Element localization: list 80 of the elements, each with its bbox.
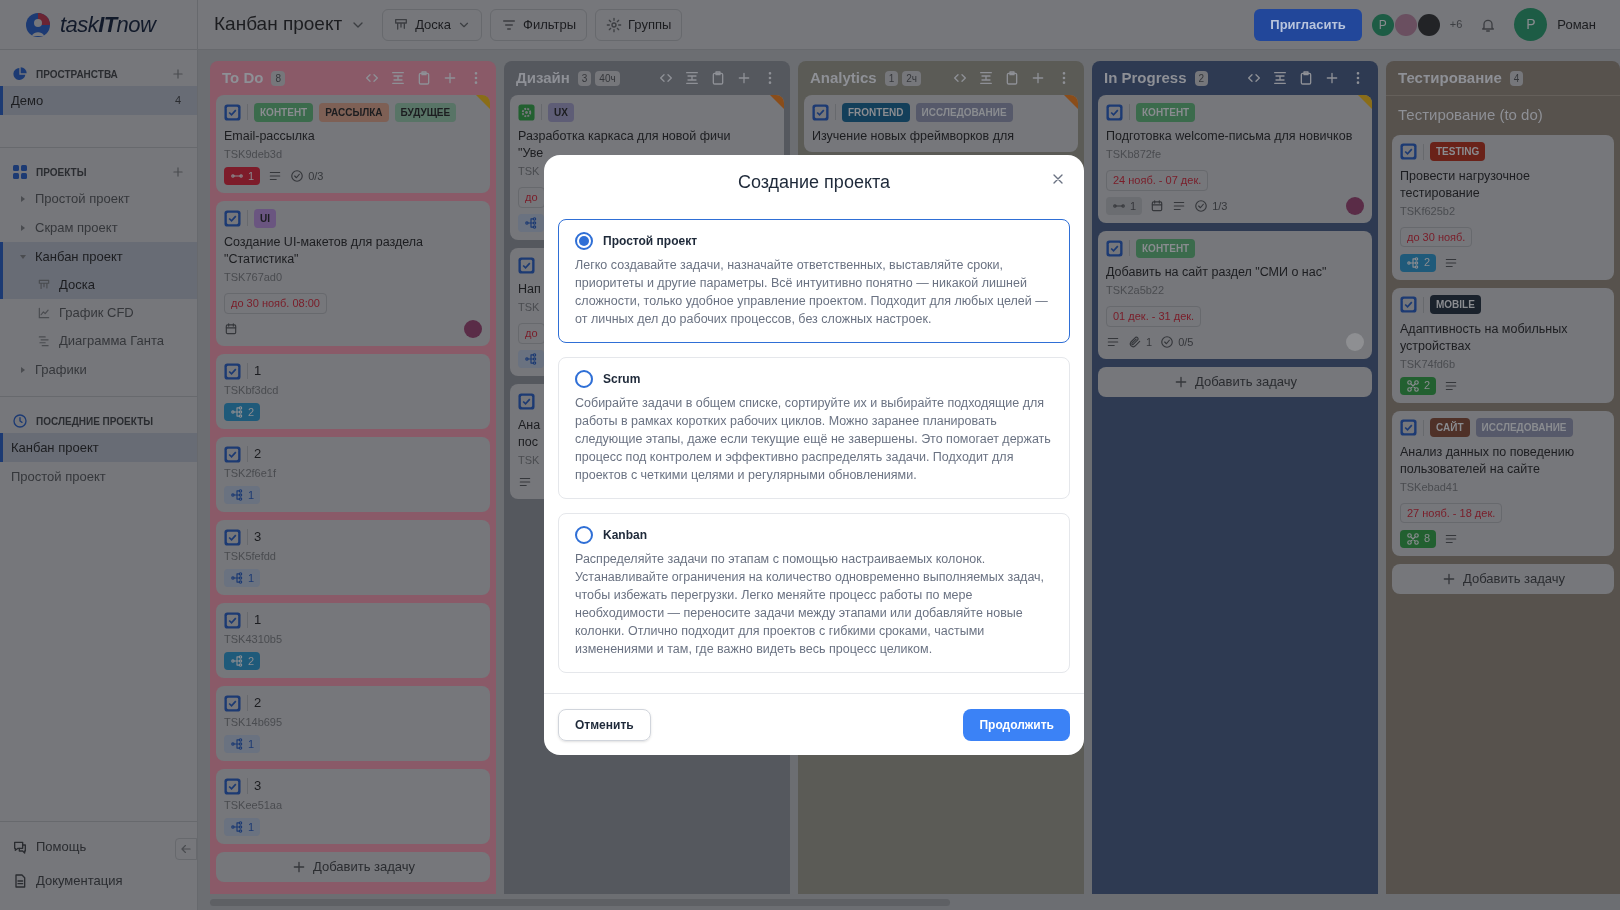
- task-title: 2: [254, 445, 262, 464]
- checklist-count: 0/5: [1160, 333, 1194, 351]
- option-description: Собирайте задачи в общем списке, сортируйте их и выбирайте подходящие для работы в рамках коротких рабочих циклов. Можно заранее планировать следующие этапы, даже если текущие ещё не завершены. Это помогает держать процесс под контролем и эффективно распределять задачи. Подходит для проектов с четкими целями и регулярными обновлениями.: [575, 395, 1052, 484]
- sidebar-item-label: Графики: [35, 360, 88, 379]
- sidebar-item-label: Канбан проект: [35, 247, 124, 266]
- task-title: Изучение новых фреймворков для: [812, 128, 1014, 145]
- group-title: Тестирование (to do): [1386, 95, 1620, 135]
- task-title: Email-рассылка: [224, 128, 315, 145]
- task-title: 1: [254, 611, 262, 630]
- task-title: Подготовка welcome-письма для новичков: [1106, 128, 1353, 145]
- due-date: 01 дек. - 31 дек.: [1106, 306, 1202, 327]
- option-title: Scrum: [603, 371, 641, 388]
- task-title: Нап: [518, 281, 541, 298]
- checklist-count: 1/3: [1194, 197, 1228, 215]
- option-description: Распределяйте задачи по этапам с помощью настраиваемых колонок. Устанавливайте ограничения на количество одновременно выполняемых задач, чтобы избежать перегрузки. Легко меняйте процесс работы по мере необходимости — переносите задачи между этапами или добавляйте новые колонки. Отлично подходит для проектов с гибкими сроками, частыми изменениями и там, где важно видеть весь процесс целиком.: [575, 551, 1046, 658]
- option-title: Простой проект: [603, 233, 698, 250]
- column-title: Analytics: [810, 67, 877, 88]
- badge-count: 2: [1424, 255, 1431, 271]
- section-title: ПОСЛЕДНИЕ ПРОЕКТЫ: [36, 414, 155, 429]
- sidebar-item-label: Простой проект: [11, 467, 107, 486]
- tag: САЙТ: [1430, 418, 1470, 437]
- tag: FRONTEND: [842, 102, 910, 122]
- column-title: Тестирование: [1398, 67, 1502, 88]
- column-title: Дизайн: [516, 67, 570, 88]
- item-count: 4: [174, 93, 181, 109]
- sidebar-item-label: Доска: [59, 276, 95, 295]
- due-date: до 30 нояб.: [1400, 226, 1473, 247]
- badge-count: 1: [248, 736, 255, 752]
- tag: КОНТЕНТ: [1136, 238, 1196, 258]
- due-date: 24 нояб. - 07 дек.: [1106, 170, 1209, 191]
- section-title: ПРОЕКТЫ: [36, 165, 88, 180]
- task-title: Адаптивность на мобильных устройствах: [1400, 320, 1569, 355]
- tag: БУДУЩЕЕ: [394, 102, 457, 122]
- badge-count: 1: [248, 168, 255, 184]
- task-title: 1: [254, 362, 262, 381]
- badge-count: 1: [248, 570, 255, 586]
- sidebar-item-label: Демо: [11, 91, 45, 110]
- task-title: Добавить на сайт раздел "СМИ о нас": [1106, 264, 1327, 281]
- tag: MOBILE: [1430, 295, 1481, 314]
- due-date: до 30 нояб. 08:00: [224, 293, 327, 314]
- task-title: Создание UI-макетов для раздела "Статистика": [224, 234, 424, 268]
- column-count: 4: [1509, 70, 1524, 86]
- badge-count: 8: [1424, 531, 1431, 547]
- badge-count: 2: [1424, 378, 1431, 394]
- task-title: Провести нагрузочное тестирование: [1400, 167, 1531, 202]
- dialog-title: Создание проекта: [737, 170, 891, 194]
- task-title: Разработка каркаса для новой фичи "Уве: [518, 128, 731, 162]
- sidebar-item-label: Диаграмма Ганта: [59, 332, 164, 351]
- checklist-count: 0/3: [290, 167, 324, 185]
- column-time: 40ч: [595, 70, 620, 86]
- column-title: In Progress: [1104, 67, 1187, 88]
- tag: РАССЫЛКА: [319, 102, 389, 122]
- column-time: 2ч: [902, 70, 922, 86]
- column-count: 1: [884, 70, 899, 86]
- section-title: ПРОСТРАНСТВА: [36, 67, 119, 82]
- tag: КОНТЕНТ: [254, 102, 314, 122]
- badge-count: 1: [248, 819, 255, 835]
- tag: КОНТЕНТ: [1136, 102, 1196, 122]
- option-description: Легко создавайте задачи, назначайте ответственных, выставляйте сроки, приоритеты и другие параметры. Всё интуитивно понятно — никакой лишней сложности, только удобное управление проектом. Подходит для любых целей — от личных дел до рабочих процессов, без сложных настроек.: [575, 257, 1049, 328]
- task-title: 2: [254, 694, 262, 713]
- badge-count: 1: [248, 487, 255, 503]
- tag: UX: [548, 102, 574, 122]
- column-count: 2: [1194, 70, 1209, 86]
- task-title: 3: [254, 777, 262, 796]
- option-title: Kanban: [603, 527, 647, 544]
- due-date: 27 нояб. - 18 дек.: [1400, 502, 1503, 523]
- task-title: Ана пос: [518, 417, 541, 451]
- tag: UI: [254, 208, 276, 228]
- badge-count: 2: [248, 404, 255, 420]
- attachments-count: 1: [1128, 333, 1153, 351]
- column-count: 3: [577, 70, 592, 86]
- sidebar-item-label: Скрам проект: [35, 218, 119, 237]
- task-title: 3: [254, 528, 262, 547]
- column-count: 8: [271, 70, 285, 86]
- sidebar-item-label: Простой проект: [35, 189, 131, 208]
- sidebar-item-label: Канбан проект: [11, 438, 100, 457]
- task-title: Анализ данных по поведению пользователей на сайте: [1400, 443, 1576, 478]
- tag: TESTING: [1430, 142, 1486, 161]
- badge-count: 2: [248, 653, 255, 669]
- sidebar-item-label: График CFD: [59, 304, 134, 323]
